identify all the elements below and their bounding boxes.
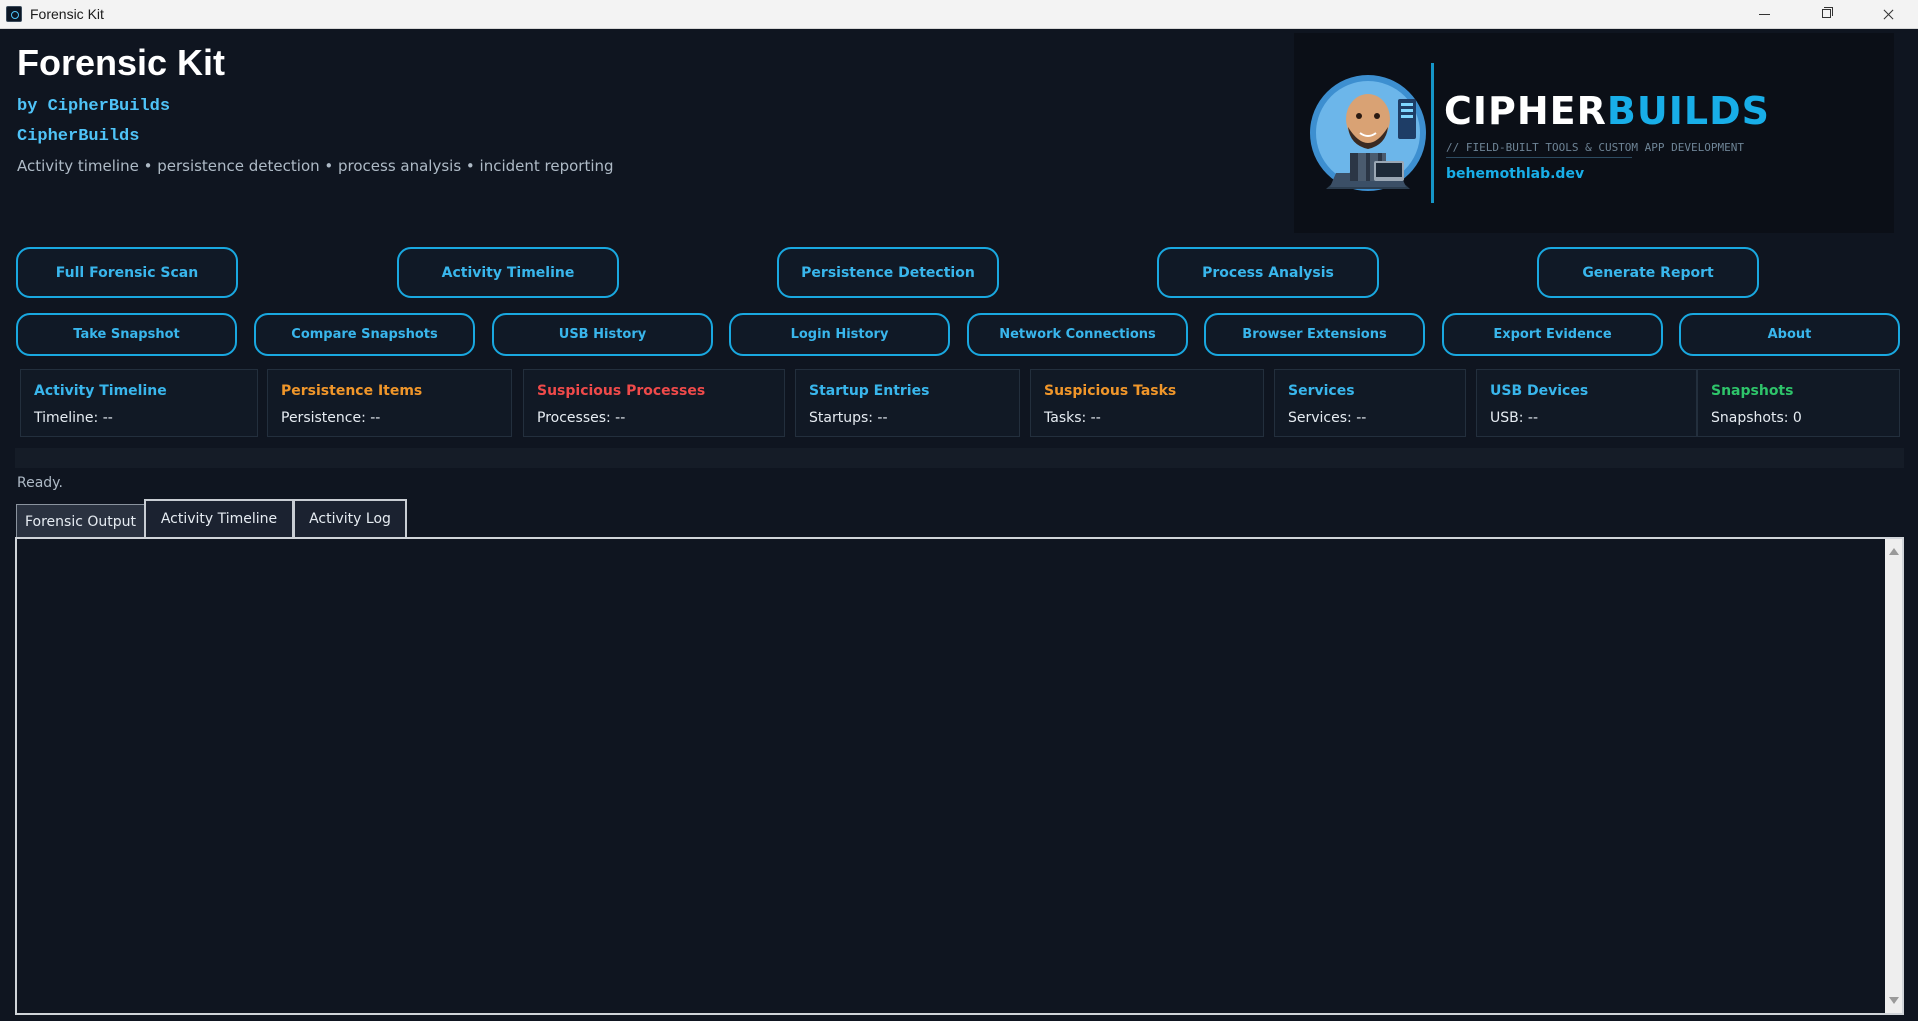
card-value: Timeline: -- — [34, 410, 113, 426]
card-usb-devices: USB Devices USB: -- — [1476, 369, 1697, 437]
card-title: Snapshots — [1711, 383, 1794, 399]
banner-underline — [1446, 157, 1632, 158]
network-connections-button[interactable]: Network Connections — [967, 313, 1188, 356]
card-value: Tasks: -- — [1044, 410, 1101, 426]
card-title: Startup Entries — [809, 383, 930, 399]
tab-forensic-output[interactable]: Forensic Output — [16, 504, 145, 538]
process-analysis-button[interactable]: Process Analysis — [1157, 247, 1379, 298]
card-title: Suspicious Tasks — [1044, 383, 1177, 399]
compare-snapshots-button[interactable]: Compare Snapshots — [254, 313, 475, 356]
feature-summary: Activity timeline • persistence detectio… — [17, 157, 614, 175]
card-value: Startups: -- — [809, 410, 888, 426]
app-icon — [6, 6, 22, 22]
card-persistence-items: Persistence Items Persistence: -- — [267, 369, 512, 437]
card-value: Snapshots: 0 — [1711, 410, 1802, 426]
card-title: Suspicious Processes — [537, 383, 706, 399]
take-snapshot-button[interactable]: Take Snapshot — [16, 313, 237, 356]
tab-activity-timeline[interactable]: Activity Timeline — [144, 499, 294, 538]
scroll-down-arrow-icon[interactable] — [1889, 997, 1899, 1004]
brand-banner: CIPHERBUILDS // FIELD-BUILT TOOLS & CUST… — [1294, 33, 1894, 233]
card-value: Persistence: -- — [281, 410, 381, 426]
forensic-output-panel[interactable] — [15, 537, 1904, 1015]
window-titlebar: Forensic Kit — [0, 0, 1918, 29]
login-history-button[interactable]: Login History — [729, 313, 950, 356]
brand-label: CipherBuilds — [17, 127, 140, 146]
card-suspicious-processes: Suspicious Processes Processes: -- — [523, 369, 785, 437]
card-snapshots: Snapshots Snapshots: 0 — [1697, 369, 1900, 437]
scroll-up-arrow-icon[interactable] — [1889, 548, 1899, 555]
about-button[interactable]: About — [1679, 313, 1900, 356]
activity-timeline-button[interactable]: Activity Timeline — [397, 247, 619, 298]
persistence-detection-button[interactable]: Persistence Detection — [777, 247, 999, 298]
card-title: Activity Timeline — [34, 383, 167, 399]
card-value: Services: -- — [1288, 410, 1367, 426]
full-forensic-scan-button[interactable]: Full Forensic Scan — [16, 247, 238, 298]
card-title: USB Devices — [1490, 383, 1589, 399]
export-evidence-button[interactable]: Export Evidence — [1442, 313, 1663, 356]
minimize-button[interactable] — [1742, 0, 1788, 29]
card-value: Processes: -- — [537, 410, 626, 426]
banner-divider — [1431, 63, 1434, 203]
card-title: Persistence Items — [281, 383, 423, 399]
card-activity-timeline: Activity Timeline Timeline: -- — [20, 369, 258, 437]
card-suspicious-tasks: Suspicious Tasks Tasks: -- — [1030, 369, 1264, 437]
vertical-scrollbar[interactable] — [1885, 539, 1902, 1013]
restore-button[interactable] — [1804, 0, 1850, 29]
card-services: Services Services: -- — [1274, 369, 1466, 437]
browser-extensions-button[interactable]: Browser Extensions — [1204, 313, 1425, 356]
card-startup-entries: Startup Entries Startups: -- — [795, 369, 1020, 437]
banner-tagline: // FIELD-BUILT TOOLS & CUSTOM APP DEVELO… — [1446, 141, 1745, 154]
status-text: Ready. — [17, 475, 63, 491]
byline: by CipherBuilds — [17, 97, 171, 116]
close-button[interactable] — [1866, 0, 1912, 29]
tab-activity-log[interactable]: Activity Log — [293, 499, 407, 538]
card-value: USB: -- — [1490, 410, 1539, 426]
generate-report-button[interactable]: Generate Report — [1537, 247, 1759, 298]
progress-bar — [15, 448, 1904, 468]
usb-history-button[interactable]: USB History — [492, 313, 713, 356]
app-title: Forensic Kit — [17, 42, 226, 83]
banner-url: behemothlab.dev — [1446, 166, 1585, 182]
banner-brand-name: CIPHERBUILDS — [1444, 89, 1770, 133]
window-title: Forensic Kit — [30, 6, 104, 22]
avatar-illustration — [1310, 75, 1426, 191]
card-title: Services — [1288, 383, 1355, 399]
